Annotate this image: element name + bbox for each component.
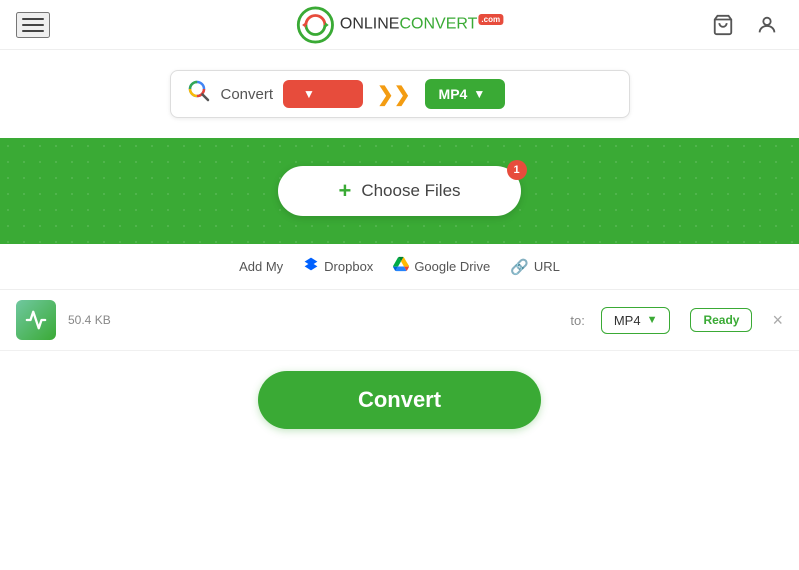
file-format-value: MP4	[614, 313, 641, 328]
file-remove-button[interactable]: ×	[772, 310, 783, 331]
add-my-label: Add My	[239, 259, 283, 274]
file-row: 50.4 KB to: MP4 ▼ Ready ×	[0, 290, 799, 351]
convert-to-button[interactable]: MP4 ▼	[425, 79, 505, 109]
gdrive-button[interactable]: Google Drive	[393, 256, 490, 277]
user-icon	[756, 14, 778, 36]
arrow-right-icon: ❯❯	[377, 82, 411, 107]
to-chevron-icon: ▼	[473, 87, 485, 101]
file-count-badge: 1	[507, 160, 527, 180]
to-format-label: MP4	[439, 86, 468, 102]
from-chevron-icon: ▼	[303, 87, 315, 101]
cart-button[interactable]	[707, 9, 739, 41]
convert-from-button[interactable]: ▼	[283, 80, 363, 108]
search-svg	[187, 79, 211, 103]
header: ONLINECONVERT.com	[0, 0, 799, 50]
convert-label: Convert	[221, 86, 274, 103]
user-button[interactable]	[751, 9, 783, 41]
dropbox-button[interactable]: Dropbox	[303, 256, 373, 277]
file-info: 50.4 KB	[68, 311, 558, 329]
file-type-icon	[25, 309, 47, 331]
gdrive-label: Google Drive	[414, 259, 490, 274]
menu-button[interactable]	[16, 12, 50, 38]
file-thumbnail	[16, 300, 56, 340]
url-label: URL	[534, 259, 560, 274]
file-size: 50.4 KB	[68, 313, 111, 327]
convert-button-label: Convert	[358, 387, 441, 412]
logo-com-badge: .com	[478, 14, 503, 25]
menu-line	[22, 30, 44, 32]
dropbox-label: Dropbox	[324, 259, 373, 274]
add-sources-bar: Add My Dropbox Google Drive 🔗 URL	[0, 244, 799, 290]
convert-button-area: Convert	[0, 351, 799, 449]
convert-main-button[interactable]: Convert	[258, 371, 541, 429]
header-icons	[707, 9, 783, 41]
choose-files-label: Choose Files	[361, 181, 460, 201]
remove-icon: ×	[772, 310, 783, 330]
file-format-button[interactable]: MP4 ▼	[601, 307, 671, 334]
url-button[interactable]: 🔗 URL	[510, 258, 560, 276]
url-icon: 🔗	[510, 258, 529, 276]
logo-text: ONLINECONVERT.com	[340, 15, 503, 33]
cart-icon	[712, 14, 734, 36]
dropbox-svg	[303, 256, 319, 272]
search-area: Convert ▼ ❯❯ MP4 ▼	[0, 50, 799, 138]
logo-convert: CONVERT	[399, 16, 477, 33]
gdrive-svg	[393, 256, 409, 272]
gdrive-icon	[393, 256, 409, 277]
search-icon	[187, 79, 211, 109]
plus-icon: +	[338, 178, 351, 204]
file-format-chevron-icon: ▼	[647, 314, 658, 326]
drop-zone[interactable]: + Choose Files 1	[0, 138, 799, 244]
logo-online: ONLINE	[340, 16, 400, 33]
menu-line	[22, 24, 44, 26]
dropbox-icon	[303, 256, 319, 277]
search-bar: Convert ▼ ❯❯ MP4 ▼	[170, 70, 630, 118]
choose-files-button[interactable]: + Choose Files 1	[278, 166, 520, 216]
logo-icon	[296, 6, 334, 44]
file-to-label: to:	[570, 313, 584, 328]
logo: ONLINECONVERT.com	[296, 6, 503, 44]
menu-line	[22, 18, 44, 20]
file-ready-badge: Ready	[690, 308, 752, 332]
